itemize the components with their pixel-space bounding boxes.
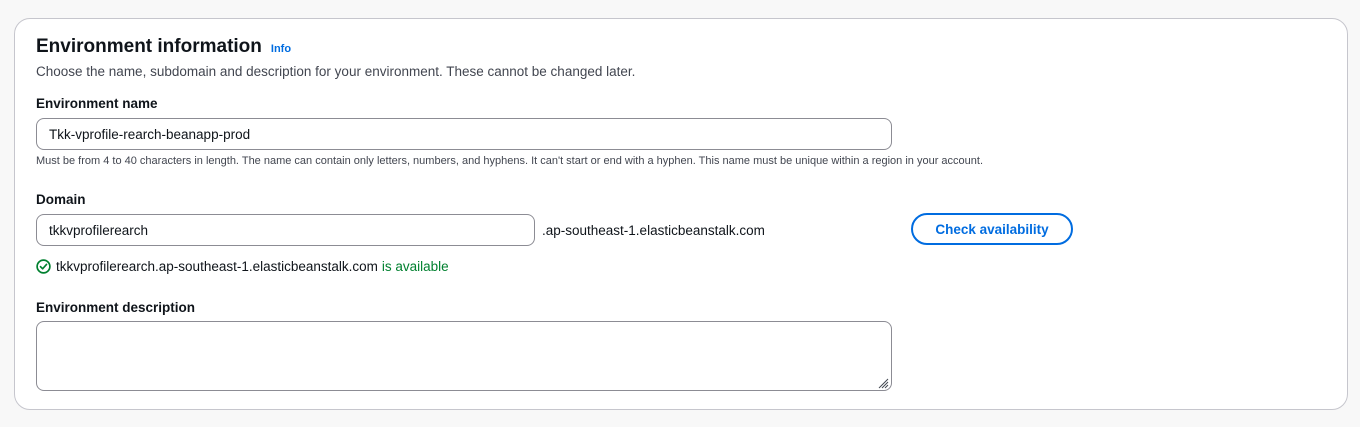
domain-label: Domain	[36, 192, 86, 207]
environment-name-label: Environment name	[36, 96, 158, 111]
domain-input[interactable]	[36, 214, 535, 246]
check-availability-button[interactable]: Check availability	[911, 213, 1073, 245]
environment-description-label: Environment description	[36, 300, 196, 315]
availability-status-text: is available	[381, 259, 449, 274]
section-title: Environment information	[36, 36, 262, 57]
environment-information-panel: Environment information Info Choose the …	[14, 18, 1348, 410]
resize-grip-icon[interactable]	[877, 376, 889, 389]
availability-domain: tkkvprofilerearch.ap-southeast-1.elastic…	[56, 259, 378, 274]
section-description: Choose the name, subdomain and descripti…	[36, 64, 636, 79]
availability-status-row: tkkvprofilerearch.ap-southeast-1.elastic…	[36, 259, 449, 274]
environment-name-input[interactable]	[36, 118, 892, 150]
environment-name-hint: Must be from 4 to 40 characters in lengt…	[36, 155, 983, 167]
section-header: Environment information Info	[36, 36, 291, 58]
environment-description-textarea[interactable]	[36, 321, 892, 391]
domain-suffix: .ap-southeast-1.elasticbeanstalk.com	[542, 223, 765, 238]
info-link[interactable]: Info	[271, 43, 291, 55]
check-circle-icon	[36, 259, 51, 274]
